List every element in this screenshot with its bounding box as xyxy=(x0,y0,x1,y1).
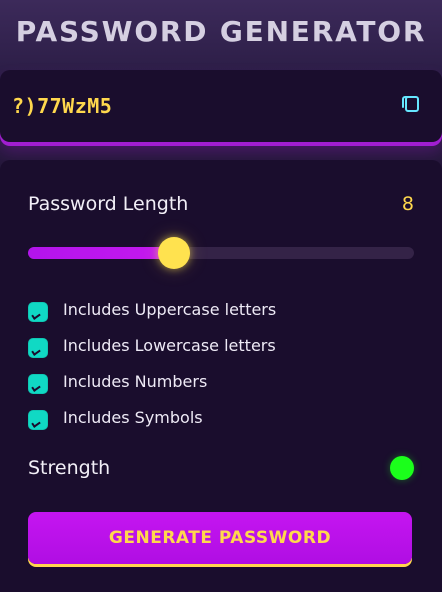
checkmark-icon xyxy=(31,383,41,392)
checkmark-icon xyxy=(31,419,41,428)
strength-indicator xyxy=(390,456,414,480)
lowercase-label: Includes Lowercase letters xyxy=(63,336,276,355)
password-length-value: 8 xyxy=(401,193,414,215)
numbers-checkbox[interactable] xyxy=(28,374,48,394)
strength-label: Strength xyxy=(28,457,111,479)
settings-card: Password Length 8 Includes Uppercase let… xyxy=(0,160,442,592)
symbols-checkbox[interactable] xyxy=(28,410,48,430)
page-title: PASSWORD GENERATOR xyxy=(15,15,427,48)
uppercase-checkbox[interactable] xyxy=(28,302,48,322)
password-length-slider[interactable] xyxy=(28,237,414,269)
symbols-option[interactable]: Includes Symbols xyxy=(28,407,368,431)
checkmark-icon xyxy=(31,347,41,356)
slider-thumb[interactable] xyxy=(158,237,190,269)
numbers-label: Includes Numbers xyxy=(63,372,208,391)
generated-password: ?)77WzM5 xyxy=(12,94,113,118)
generate-password-button[interactable]: GENERATE PASSWORD xyxy=(28,512,412,564)
numbers-option[interactable]: Includes Numbers xyxy=(28,371,368,395)
password-length-label: Password Length xyxy=(28,193,189,215)
checkmark-icon xyxy=(31,311,41,320)
lowercase-checkbox[interactable] xyxy=(28,338,48,358)
app-root: PASSWORD GENERATOR ?)77WzM5 Password Len… xyxy=(0,0,442,592)
symbols-label: Includes Symbols xyxy=(63,408,203,427)
slider-fill xyxy=(28,247,174,259)
lowercase-option[interactable]: Includes Lowercase letters xyxy=(28,335,368,359)
uppercase-option[interactable]: Includes Uppercase letters xyxy=(28,299,368,323)
uppercase-label: Includes Uppercase letters xyxy=(63,300,277,319)
copy-icon xyxy=(402,96,419,112)
copy-button[interactable] xyxy=(398,92,422,116)
password-output-card: ?)77WzM5 xyxy=(0,70,442,142)
